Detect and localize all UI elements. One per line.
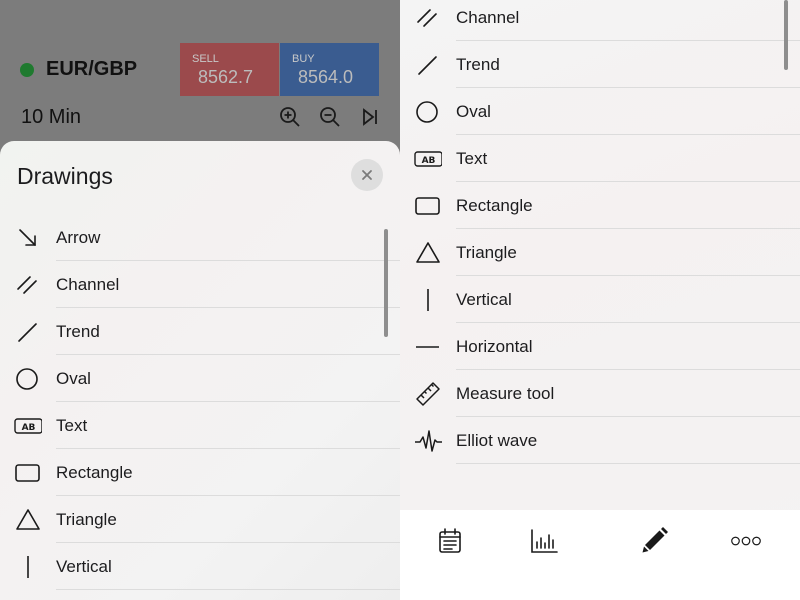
drawings-tab[interactable] (636, 524, 672, 558)
trend-line-icon (18, 322, 37, 342)
wave-icon (415, 429, 442, 452)
indicators-tab[interactable] (526, 524, 562, 558)
drawings-list: Arrow Channel Trend Oval AB Text Rectang… (0, 214, 400, 590)
drawing-item-elliot-wave[interactable]: Elliot wave (400, 417, 800, 464)
drawing-label: Measure tool (456, 383, 555, 403)
drawing-label: Vertical (456, 289, 512, 309)
drawing-item-measure-tool[interactable]: Measure tool (400, 370, 800, 417)
instrument-name: EUR/GBP (46, 58, 138, 80)
instrument-header[interactable]: EUR/GBP (20, 58, 137, 81)
close-button[interactable] (351, 159, 383, 191)
drawing-label: Arrow (56, 227, 101, 247)
skip-to-end-icon[interactable] (358, 104, 382, 130)
drawings-list-scrolled: Channel Trend Oval AB Text Rectangle Tri… (400, 0, 800, 464)
triangle-icon (16, 508, 40, 530)
buy-price: 8564.0 (298, 67, 354, 87)
bar-chart-icon (531, 529, 558, 553)
ruler-icon (416, 381, 440, 406)
drawing-item-triangle[interactable]: Triangle (0, 496, 400, 543)
vertical-line-icon (27, 555, 29, 578)
drawing-item-vertical[interactable]: Vertical (400, 276, 800, 323)
drawing-label: Oval (456, 101, 491, 121)
drawing-item-channel[interactable]: Channel (400, 0, 800, 41)
drawing-label: Triangle (456, 242, 517, 262)
drawing-label: Text (456, 148, 488, 168)
timeframe-selector[interactable]: 10 Min (21, 106, 81, 129)
pencil-icon (642, 527, 668, 553)
drawing-item-vertical[interactable]: Vertical (0, 543, 400, 590)
sheet-scrollbar[interactable] (384, 229, 388, 337)
drawing-item-rectangle[interactable]: Rectangle (400, 182, 800, 229)
close-icon (362, 170, 372, 180)
drawing-item-text[interactable]: AB Text (0, 402, 400, 449)
drawing-item-trend[interactable]: Trend (400, 41, 800, 88)
drawing-item-trend[interactable]: Trend (0, 308, 400, 355)
rectangle-icon (415, 196, 440, 215)
channel-icon (17, 275, 37, 294)
left-panel: EUR/GBP SELL 8562.7 BUY 8564.0 10 Min Dr… (0, 0, 400, 600)
calendar-icon (439, 528, 461, 553)
oval-icon (16, 367, 38, 390)
bottom-tab-bar (400, 510, 800, 600)
text-ab-icon: AB (414, 150, 442, 167)
rectangle-icon (15, 463, 40, 482)
sell-button[interactable]: SELL 8562.7 (180, 43, 279, 96)
calendar-tab[interactable] (432, 524, 468, 558)
sell-label: SELL (192, 53, 219, 65)
svg-text:AB: AB (22, 423, 36, 433)
drawing-item-oval[interactable]: Oval (0, 355, 400, 402)
horizontal-line-icon (416, 345, 439, 348)
drawing-label: Channel (456, 7, 520, 27)
drawing-item-triangle[interactable]: Triangle (400, 229, 800, 276)
sell-price: 8562.7 (198, 67, 254, 87)
channel-icon (417, 8, 437, 27)
zoom-in-icon[interactable] (278, 104, 302, 130)
oval-icon (416, 100, 438, 123)
buy-label: BUY (292, 53, 315, 65)
drawings-sheet: Drawings Arrow Channel Trend Oval AB Tex… (0, 141, 400, 600)
text-ab-icon: AB (14, 417, 42, 434)
drawing-label: Channel (56, 274, 120, 294)
drawing-label: Oval (56, 368, 91, 388)
drawing-item-horizontal[interactable]: Horizontal (400, 323, 800, 370)
drawing-item-text[interactable]: AB Text (400, 135, 800, 182)
chart-toolbar (278, 104, 382, 130)
svg-text:AB: AB (422, 156, 436, 166)
drawing-label: Trend (456, 54, 500, 74)
zoom-out-icon[interactable] (318, 104, 342, 130)
drawing-label: Rectangle (56, 462, 133, 482)
drawing-item-oval[interactable]: Oval (400, 88, 800, 135)
more-dots-icon (731, 536, 761, 546)
vertical-line-icon (427, 288, 429, 311)
trend-line-icon (418, 55, 437, 75)
drawing-item-rectangle[interactable]: Rectangle (0, 449, 400, 496)
market-status-dot (20, 62, 34, 77)
buy-button[interactable]: BUY 8564.0 (280, 43, 379, 96)
drawing-label: Triangle (56, 509, 117, 529)
drawing-label: Vertical (56, 556, 112, 576)
triangle-icon (416, 241, 440, 263)
drawing-label: Rectangle (456, 195, 533, 215)
sheet-title: Drawings (17, 163, 113, 189)
drawing-item-channel[interactable]: Channel (0, 261, 400, 308)
drawing-label: Horizontal (456, 336, 533, 356)
more-tab[interactable] (726, 524, 766, 558)
drawing-label: Text (56, 415, 88, 435)
drawing-label: Trend (56, 321, 100, 341)
arrow-down-right-icon (19, 228, 36, 246)
right-panel: Channel Trend Oval AB Text Rectangle Tri… (400, 0, 800, 600)
drawing-label: Elliot wave (456, 430, 538, 450)
drawing-item-arrow[interactable]: Arrow (0, 214, 400, 261)
list-scrollbar[interactable] (784, 0, 788, 70)
